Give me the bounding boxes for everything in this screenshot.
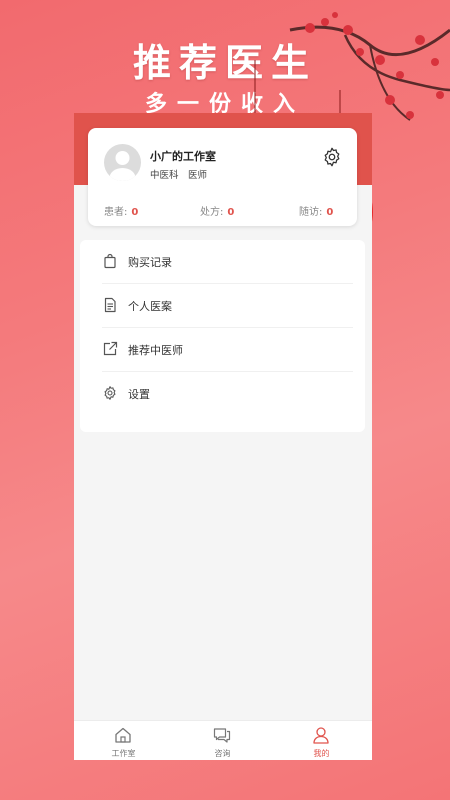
stat-value: 0 xyxy=(326,207,334,218)
stat-prescriptions[interactable]: 处方: 0 xyxy=(200,203,234,218)
doctor-title: 医师 xyxy=(188,170,208,181)
tab-label: 我的 xyxy=(313,749,330,758)
stat-value: 0 xyxy=(131,207,139,218)
tab-label: 工作室 xyxy=(111,749,136,758)
menu-item-label: 个人医案 xyxy=(128,300,172,313)
tab-studio[interactable]: 工作室 xyxy=(74,721,173,760)
shopping-bag-icon xyxy=(104,253,116,269)
share-icon xyxy=(103,341,118,356)
menu-item-settings[interactable]: 设置 xyxy=(80,372,365,416)
menu-item-purchase-records[interactable]: 购买记录 xyxy=(80,240,365,284)
stat-label: 随访: xyxy=(299,207,323,218)
gear-icon xyxy=(324,147,340,167)
document-icon xyxy=(104,297,116,313)
settings-button[interactable] xyxy=(321,146,343,168)
menu-item-label: 购买记录 xyxy=(128,256,172,269)
bottom-tab-bar: 工作室 咨询 我的 xyxy=(74,720,372,760)
avatar[interactable] xyxy=(104,144,141,181)
user-icon xyxy=(109,151,136,181)
department: 中医科 xyxy=(150,170,179,181)
menu-item-label: 设置 xyxy=(128,388,150,401)
phone-screen: 小广的工作室 中医科 医师 患者: 0 处方: 0 随访: 0 购买记录 个人医… xyxy=(74,113,372,760)
chat-icon xyxy=(213,728,231,743)
user-icon xyxy=(313,727,329,744)
menu-list: 购买记录 个人医案 推荐中医师 设置 xyxy=(80,240,365,432)
stat-value: 0 xyxy=(227,207,235,218)
menu-item-label: 推荐中医师 xyxy=(128,344,183,357)
tab-consult[interactable]: 咨询 xyxy=(173,721,272,760)
stat-followups[interactable]: 随访: 0 xyxy=(299,203,333,218)
stat-label: 处方: xyxy=(200,207,224,218)
stats-row: 患者: 0 处方: 0 随访: 0 xyxy=(104,203,345,218)
menu-item-recommend-doctor[interactable]: 推荐中医师 xyxy=(80,328,365,372)
menu-item-personal-cases[interactable]: 个人医案 xyxy=(80,284,365,328)
tab-label: 咨询 xyxy=(214,749,231,758)
stat-patients[interactable]: 患者: 0 xyxy=(104,203,138,218)
stat-label: 患者: xyxy=(104,207,128,218)
profile-card: 小广的工作室 中医科 医师 患者: 0 处方: 0 随访: 0 xyxy=(88,128,357,226)
gear-icon xyxy=(104,386,116,400)
home-icon xyxy=(115,727,131,743)
studio-name: 小广的工作室 xyxy=(150,150,216,163)
tab-mine[interactable]: 我的 xyxy=(272,721,371,760)
